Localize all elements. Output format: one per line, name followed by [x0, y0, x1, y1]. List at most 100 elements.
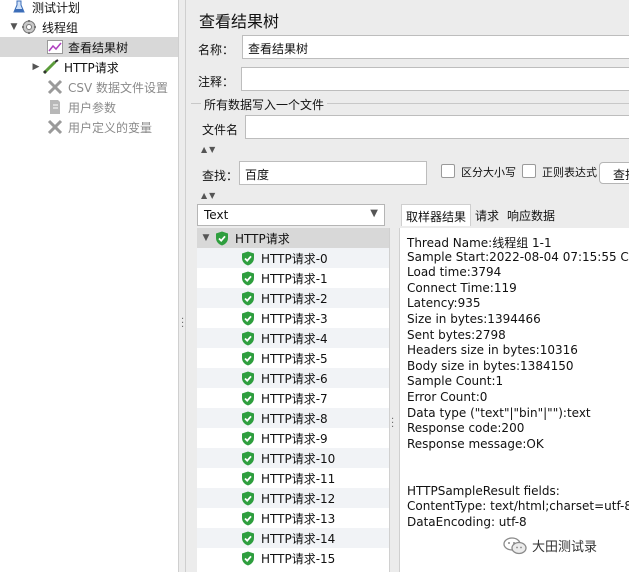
result-item-label: HTTP请求-13	[261, 511, 336, 526]
success-shield-icon	[242, 251, 254, 265]
result-item-row[interactable]: HTTP请求-0	[197, 248, 389, 268]
write-to-file-group-title: 所有数据写入一个文件	[201, 96, 328, 113]
result-detail-line: Error Count:0	[407, 390, 488, 404]
tree-node-label: CSV 数据文件设置	[68, 80, 169, 95]
tab-sampler-result[interactable]: 取样器结果	[401, 204, 472, 226]
search-input[interactable]: 百度	[239, 161, 427, 185]
result-item-label: HTTP请求-11	[261, 471, 336, 486]
tree-node-test-plan[interactable]: 测试计划	[10, 0, 80, 17]
watermark: 大田测试录	[503, 536, 597, 555]
result-detail-line: Connect Time:119	[407, 280, 517, 295]
result-item-row[interactable]: HTTP请求-9	[197, 428, 389, 448]
tree-node-http-request[interactable]: ▶ HTTP请求	[30, 57, 119, 77]
tree-node-label: 查看结果树	[68, 40, 129, 55]
result-detail-line: Sample Start:2022-08-04 07:15:55 CST	[407, 249, 629, 264]
regex-label: 正则表达式	[542, 166, 597, 179]
result-item-row[interactable]: HTTP请求-2	[197, 288, 389, 308]
result-item-label: HTTP请求-6	[261, 371, 328, 386]
result-item-label: HTTP请求-9	[261, 431, 328, 446]
comment-label: 注释：	[198, 75, 235, 89]
search-label: 查找：	[202, 169, 239, 183]
result-item-label: HTTP请求-14	[261, 531, 336, 546]
result-detail-line: DataEncoding: utf-8	[407, 514, 527, 529]
result-item-row[interactable]: HTTP请求-1	[197, 268, 389, 288]
preprocessor-icon	[46, 99, 64, 115]
tab-request[interactable]: 请求	[471, 204, 503, 226]
tree-node-user-variables[interactable]: 用户定义的变量	[46, 117, 152, 137]
result-item-row[interactable]: HTTP请求-4	[197, 328, 389, 348]
success-shield-icon	[242, 311, 254, 325]
result-item-row[interactable]: HTTP请求-6	[197, 368, 389, 388]
result-item-label: HTTP请求-12	[261, 491, 336, 506]
result-detail-line: ContentType: text/html;charset=utf-8	[407, 499, 629, 514]
config-tools-icon	[46, 119, 64, 135]
result-item-label: HTTP请求-7	[261, 391, 328, 406]
comment-field[interactable]	[241, 67, 629, 91]
tree-node-user-parameters[interactable]: 用户参数	[46, 97, 116, 117]
drag-handle-icon[interactable]: · · ·	[391, 415, 394, 433]
expand-down-icon[interactable]: ▼	[8, 22, 20, 32]
success-shield-icon	[242, 291, 254, 305]
result-item-row[interactable]: HTTP请求-7	[197, 388, 389, 408]
result-item-label: HTTP请求-2	[261, 291, 328, 306]
watermark-text: 大田测试录	[532, 540, 598, 555]
regex-checkbox[interactable]	[522, 164, 536, 178]
result-item-row[interactable]: HTTP请求-3	[197, 308, 389, 328]
tree-node-thread-group[interactable]: ▼ 线程组	[8, 17, 78, 37]
collapse-arrows-icon[interactable]: ▲▼	[201, 191, 217, 200]
result-item-row[interactable]: HTTP请求-5	[197, 348, 389, 368]
result-detail-line: Sample Count:1	[407, 374, 504, 389]
success-shield-icon	[242, 511, 254, 525]
result-detail-line: Latency:935	[407, 296, 481, 311]
results-root-row[interactable]: ▼ HTTP请求	[197, 228, 389, 248]
filename-field[interactable]	[245, 115, 629, 139]
result-item-label: HTTP请求-3	[261, 311, 328, 326]
drag-handle-icon[interactable]: · · ·	[181, 315, 184, 333]
result-item-row[interactable]: HTTP请求-14	[197, 528, 389, 548]
result-item-row[interactable]: HTTP请求-15	[197, 548, 389, 568]
result-item-label: HTTP请求-4	[261, 331, 328, 346]
case-sensitive-label: 区分大小写	[461, 166, 516, 179]
result-item-row[interactable]: HTTP请求-10	[197, 448, 389, 468]
renderer-select[interactable]: Text ▼	[197, 204, 385, 226]
success-shield-icon	[242, 391, 254, 405]
name-field[interactable]: 查看结果树	[242, 35, 629, 59]
result-item-label: HTTP请求-1	[261, 271, 328, 286]
result-detail-line: HTTPSampleResult fields:	[407, 483, 560, 498]
expand-down-icon[interactable]: ▼	[197, 233, 215, 243]
collapse-arrows-icon[interactable]: ▲▼	[201, 145, 217, 154]
result-item-label: HTTP请求-0	[261, 251, 328, 266]
success-shield-icon	[242, 551, 254, 565]
thread-group-gear-icon	[20, 19, 38, 35]
result-detail-line: Sent bytes:2798	[407, 327, 506, 342]
success-shield-icon	[242, 271, 254, 285]
case-sensitive-checkbox[interactable]	[441, 164, 455, 178]
result-item-row[interactable]: HTTP请求-12	[197, 488, 389, 508]
tab-response-data[interactable]: 响应数据	[503, 204, 559, 226]
success-shield-icon	[242, 371, 254, 385]
tree-node-label: 线程组	[42, 20, 79, 35]
result-item-row[interactable]: HTTP请求-13	[197, 508, 389, 528]
expand-right-icon[interactable]: ▶	[30, 62, 42, 72]
result-item-label: HTTP请求-15	[261, 551, 336, 566]
tree-node-results-tree[interactable]: 查看结果树	[46, 37, 128, 57]
success-shield-icon	[242, 431, 254, 445]
result-detail-line: Headers size in bytes:10316	[407, 343, 578, 358]
find-button[interactable]: 查找	[599, 162, 629, 184]
tree-node-label: 测试计划	[32, 0, 81, 15]
chevron-down-icon: ▼	[370, 208, 378, 219]
wechat-icon	[503, 536, 527, 554]
success-shield-icon	[242, 491, 254, 505]
results-tree-panel: 查看结果树 名称： 查看结果树 注释： 所有数据写入一个文件 文件名 ▲▼ 查找…	[187, 0, 629, 572]
result-item-row[interactable]: HTTP请求-8	[197, 408, 389, 428]
success-shield-icon	[242, 471, 254, 485]
sampler-result-text: Thread Name:线程组 1-1 Sample Start:2022-08-…	[399, 228, 629, 572]
tree-node-label: HTTP请求	[64, 60, 119, 75]
result-item-label: HTTP请求-5	[261, 351, 328, 366]
page-title: 查看结果树	[199, 12, 280, 31]
result-item-row[interactable]: HTTP请求-11	[197, 468, 389, 488]
config-tools-icon	[46, 79, 64, 95]
split-pane-divider[interactable]: · · ·	[178, 0, 186, 572]
result-detail-line: Body size in bytes:1384150	[407, 358, 574, 373]
tree-node-csv-config[interactable]: CSV 数据文件设置	[46, 77, 168, 97]
